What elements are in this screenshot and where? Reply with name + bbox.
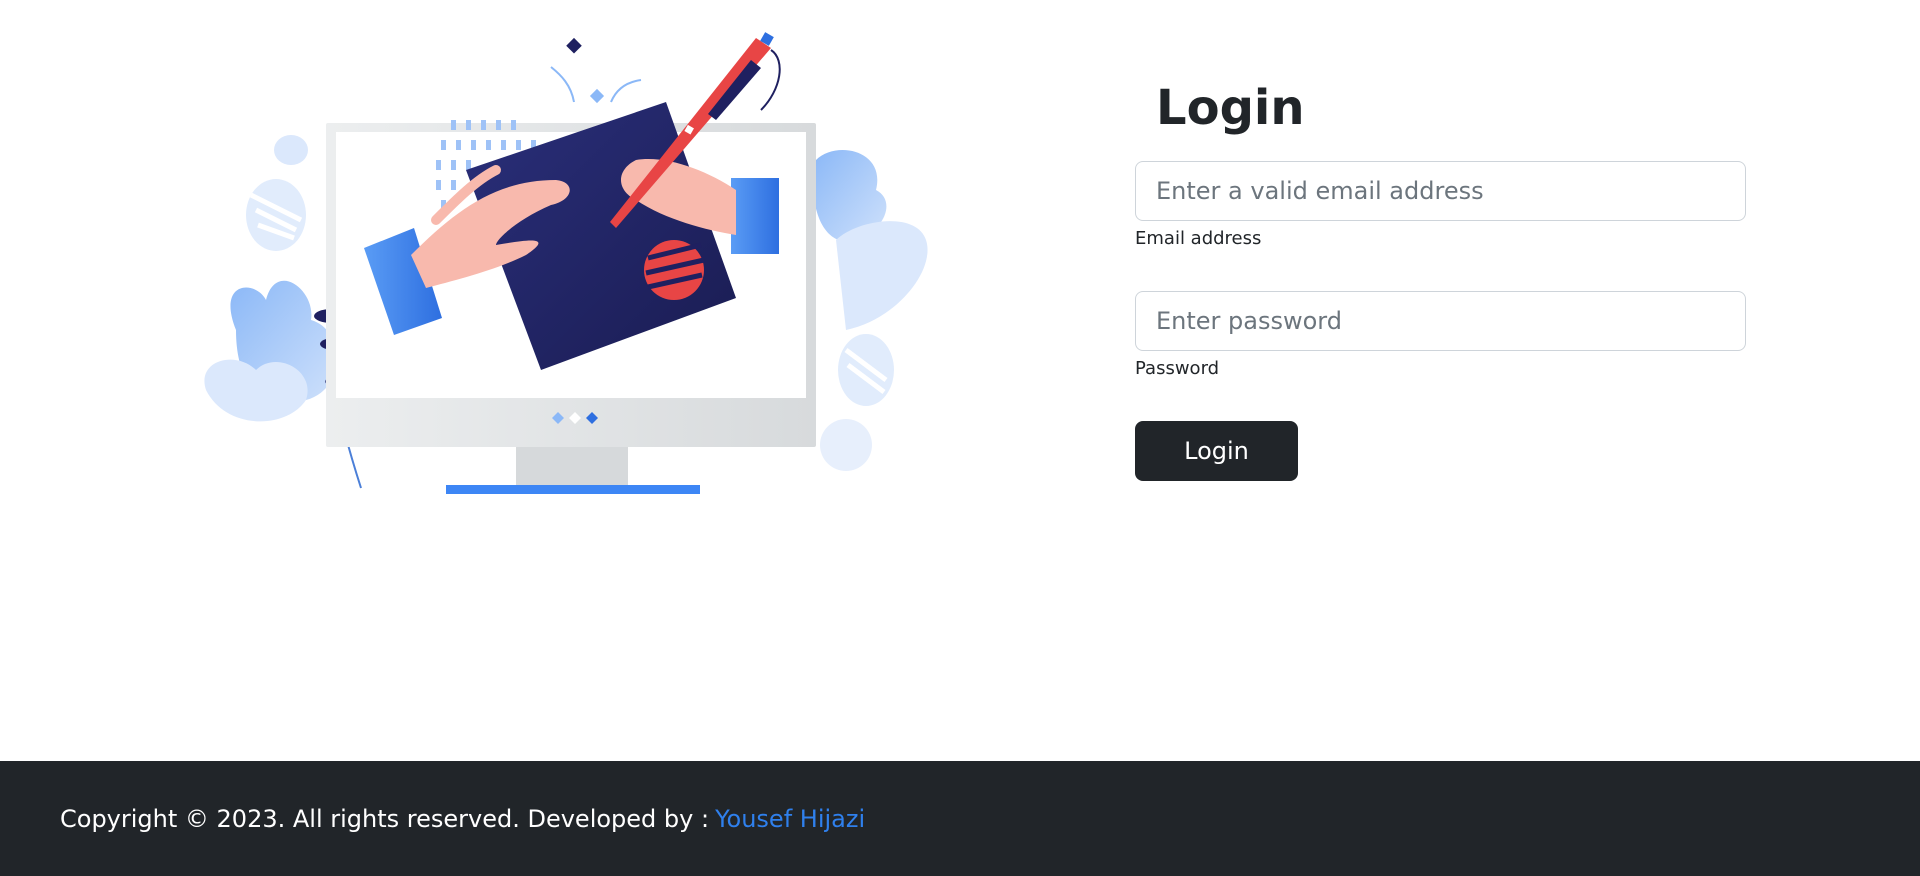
password-field-group: Enter password Password — [1135, 291, 1746, 381]
copyright-text: Copyright © 2023. All rights reserved. D… — [60, 804, 710, 833]
page-title: Login — [1156, 80, 1305, 136]
login-button[interactable]: Login — [1135, 421, 1298, 481]
password-input[interactable]: Enter password — [1135, 291, 1746, 351]
password-label: Password — [1135, 358, 1220, 379]
developer-link[interactable]: Yousef Hijazi — [715, 805, 865, 833]
email-field-group: Enter a valid email address Email addres… — [1135, 161, 1746, 251]
email-input[interactable]: Enter a valid email address — [1135, 161, 1746, 221]
login-page: Login Enter a valid email address Email … — [0, 0, 1920, 876]
email-label: Email address — [1135, 228, 1262, 249]
monitor-drawing-illustration — [196, 30, 936, 500]
login-form: Login Enter a valid email address Email … — [1135, 76, 1746, 481]
footer: Copyright © 2023. All rights reserved. D… — [0, 761, 1920, 876]
